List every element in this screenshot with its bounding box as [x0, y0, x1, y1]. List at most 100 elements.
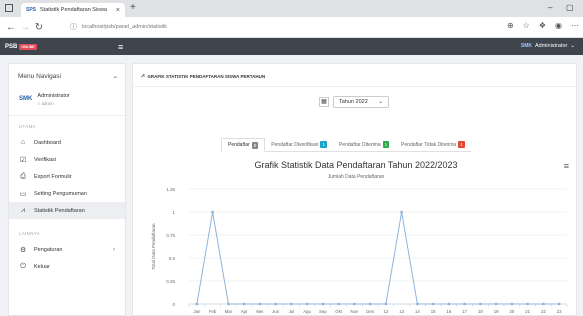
data-point [400, 210, 403, 214]
address-bar[interactable]: ⓘ localhost/psb/panel_admin/statistik [70, 20, 470, 34]
x-tick-label: 14 [415, 309, 420, 314]
sidebar: Menu Navigasi ⌄ SMK Administrator ○ admi… [8, 63, 126, 316]
sidebar-item-pengaturan[interactable]: ⚙ Pengaturan › [9, 241, 125, 258]
x-tick-label: 23 [557, 309, 562, 314]
year-select[interactable]: Tahun 2022 ⌄ [333, 96, 389, 108]
calendar-icon: ▦ [319, 97, 329, 107]
x-tick-label: Sep [319, 309, 327, 314]
data-point [274, 302, 277, 306]
sidebar-item-label: Verifikasi [34, 156, 57, 163]
section-label-main: UTAMA [19, 124, 36, 129]
data-point [384, 302, 388, 306]
data-point [290, 302, 293, 306]
sidebar-header[interactable]: Menu Navigasi ⌄ [9, 64, 125, 88]
url-text: localhost/psb/panel_admin/statistik [82, 24, 167, 30]
reload-icon[interactable]: ↻ [32, 22, 46, 33]
year-selector: ▦ Tahun 2022 ⌄ [319, 96, 389, 108]
x-tick-label: Jun [272, 309, 280, 314]
brand[interactable]: PSB ONLINE [0, 43, 118, 50]
section-label-other: LAINNYA [19, 231, 41, 236]
chevron-down-icon: ⌄ [570, 43, 575, 49]
power-icon: ⏻ [20, 262, 26, 270]
sidebar-title: Menu Navigasi [18, 72, 61, 80]
tab-diterima[interactable]: Pendaftar Diterima 1 [332, 138, 396, 152]
sidebar-item-statistik[interactable]: ⩘ Statistik Pendaftaran [9, 202, 125, 219]
data-point [305, 302, 309, 306]
user-name: Administrator [534, 43, 568, 49]
sidebar-item-setting-pengumuman[interactable]: ▭ Setting Pengumuman [9, 185, 125, 202]
data-point [510, 302, 514, 306]
x-tick-label: Agu [303, 309, 311, 314]
sidebar-item-export[interactable]: ⎙ Export Formulir [9, 168, 125, 185]
data-point [337, 302, 340, 306]
x-tick-label: 17 [462, 309, 467, 314]
sidebar-admin: SMK Administrator ○ admin [9, 88, 125, 116]
sidebar-item-label: Dashboard [34, 139, 61, 146]
data-point [494, 302, 498, 306]
restore-icon[interactable]: ▢ [566, 3, 574, 12]
chevron-right-icon: › [113, 246, 115, 253]
tab-badge: 1 [458, 141, 465, 148]
favicon-icon: SPS [26, 7, 37, 13]
data-point [479, 302, 482, 306]
extensions-icon[interactable]: ❖ [539, 21, 546, 30]
chart-icon: ⩘ [21, 206, 25, 214]
x-tick-label: Mei [256, 309, 263, 314]
brand-badge: ONLINE [19, 43, 37, 50]
hamburger-icon[interactable]: ≡ [118, 42, 123, 52]
data-point [526, 302, 529, 306]
x-tick-label: 12 [383, 309, 388, 314]
minimize-icon[interactable]: – [548, 3, 552, 12]
sidebar-item-dashboard[interactable]: ⌂ Dashboard [9, 134, 125, 151]
app-header: PSB ONLINE ≡ SMK Administrator ⌄ [0, 38, 583, 55]
x-tick-label: 15 [431, 309, 436, 314]
tab-diverifikasi[interactable]: Pendaftar Diverifikasi 1 [265, 138, 333, 152]
profile-icon[interactable]: ◉ [555, 21, 562, 30]
info-icon[interactable]: ⓘ [70, 22, 77, 32]
tab-tidak-diterima[interactable]: Pendaftar Tidak Diterima 1 [395, 138, 471, 152]
page: Menu Navigasi ⌄ SMK Administrator ○ admi… [0, 55, 583, 316]
toolbar-icons: ⊕ ☆ ❖ ◉ ⋯ [507, 21, 579, 30]
forward-icon[interactable]: → [18, 22, 32, 33]
y-tick-label: 1 [172, 210, 175, 215]
admin-name: Administrator [37, 93, 70, 99]
zoom-icon[interactable]: ⊕ [507, 21, 514, 30]
x-tick-label: 19 [494, 309, 499, 314]
tab-badge: 1 [320, 141, 327, 148]
sidebar-item-keluar[interactable]: ⏻ Keluar [9, 258, 125, 275]
tab-label: Pendaftar Tidak Diterima [401, 141, 457, 148]
chart-icon: ⩘ [141, 73, 145, 79]
status-dot-icon: ○ [37, 101, 41, 106]
close-tab-icon[interactable]: × [116, 7, 120, 14]
menu-icon[interactable]: ⋯ [571, 21, 579, 30]
x-tick-label: Jan [193, 309, 201, 314]
status-tabs: Pendaftar 0 Pendaftar Diverifikasi 1 Pen… [221, 138, 471, 152]
data-point [416, 302, 419, 306]
data-point [542, 302, 545, 306]
new-tab-icon[interactable]: + [130, 2, 136, 13]
window-icon[interactable] [5, 4, 13, 12]
user-menu[interactable]: SMK Administrator ⌄ [521, 43, 575, 49]
tab-label: Pendaftar Diverifikasi [271, 141, 319, 148]
y-tick-label: 1.25 [166, 187, 175, 192]
sidebar-item-label: Export Formulir [34, 173, 72, 180]
chevron-down-icon: ⌄ [378, 99, 383, 105]
tab-pendaftar[interactable]: Pendaftar 0 [221, 138, 266, 152]
chart: Grafik Statistik Data Pendaftaran Tahun … [141, 158, 571, 316]
browser-tab-bar: SPS Statistik Pendaftaran Siswa × + – ▢ [0, 0, 583, 17]
admin-role: ○ admin [37, 101, 69, 106]
x-tick-label: 22 [541, 309, 546, 314]
data-point [557, 302, 561, 306]
star-icon[interactable]: ☆ [523, 21, 530, 30]
back-icon[interactable]: ← [4, 22, 18, 33]
sidebar-item-verifikasi[interactable]: ☑ Verifikasi [9, 151, 125, 168]
main-panel: ⩘ GRAFIK STATISTIK PENDAFTARAN SISWA PER… [132, 63, 577, 316]
y-tick-label: 0.25 [166, 279, 175, 284]
chart-plot: 0 0.25 0.5 0.75 1 1.25 Total Data Pendaftaran J… [151, 187, 568, 314]
x-tick-label: 21 [525, 309, 530, 314]
settings-icon: ⚙ [19, 246, 27, 254]
x-tick-label: 13 [399, 309, 404, 314]
panel-header: ⩘ GRAFIK STATISTIK PENDAFTARAN SISWA PER… [133, 64, 576, 87]
tab-label: Pendaftar Diterima [338, 141, 381, 148]
browser-tab[interactable]: SPS Statistik Pendaftaran Siswa × [21, 3, 125, 17]
